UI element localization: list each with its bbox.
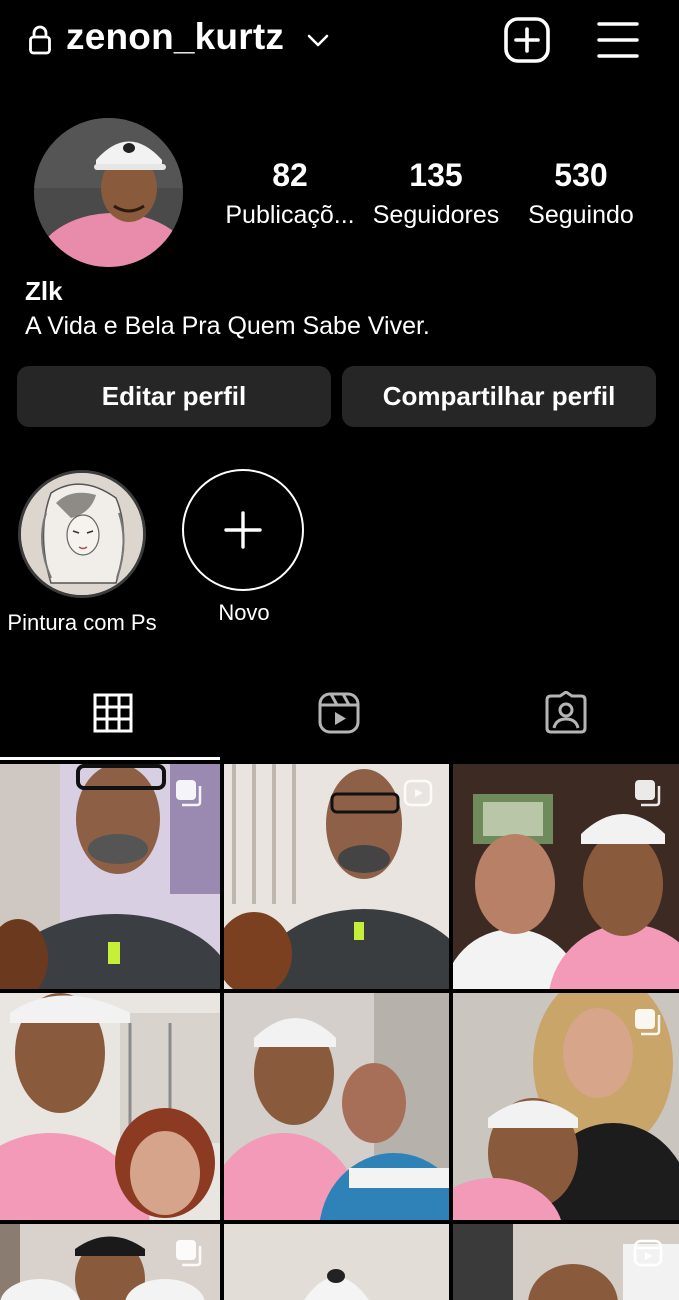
stat-label: Publicaçõ... (225, 201, 355, 229)
stat-posts[interactable]: 82 Publicaçõ... (220, 155, 360, 235)
profile-username[interactable]: zenon_kurtz (66, 16, 284, 58)
post-thumbnail[interactable] (224, 1224, 449, 1300)
carousel-icon (635, 1009, 661, 1036)
chevron-down-icon[interactable] (306, 30, 330, 50)
post-thumbnail[interactable] (0, 993, 220, 1220)
plus-square-icon[interactable] (504, 17, 550, 63)
carousel-icon (635, 780, 661, 807)
reels-icon (318, 692, 360, 734)
profile-tabs (0, 665, 679, 761)
tab-reels[interactable] (226, 665, 452, 761)
active-tab-indicator (0, 757, 220, 760)
posts-grid (0, 764, 679, 1300)
stat-label: Seguidores (372, 201, 500, 229)
highlight-new-button[interactable] (182, 469, 304, 591)
plus-icon (224, 511, 262, 549)
profile-name: Zlk (25, 276, 63, 306)
carousel-icon (176, 1240, 202, 1267)
share-profile-button[interactable]: Compartilhar perfil (342, 366, 656, 427)
stat-following[interactable]: 530 Seguindo (520, 155, 642, 235)
highlight-label: Novo (218, 600, 270, 625)
grid-icon (93, 693, 133, 733)
post-thumbnail[interactable] (0, 764, 220, 989)
stat-value: 530 (554, 157, 608, 193)
edit-profile-button[interactable]: Editar perfil (17, 366, 331, 427)
reels-icon (633, 1239, 663, 1267)
lock-icon (29, 25, 51, 55)
tab-grid[interactable] (0, 665, 226, 761)
hamburger-menu-icon[interactable] (597, 20, 639, 60)
highlight-label: Pintura com Ps (7, 610, 157, 635)
highlight-pintura[interactable] (18, 470, 146, 598)
post-thumbnail[interactable] (453, 993, 679, 1220)
tab-tagged[interactable] (453, 665, 679, 761)
carousel-icon (176, 780, 202, 807)
stat-value: 82 (272, 157, 308, 193)
stat-label: Seguindo (528, 201, 634, 229)
stat-followers[interactable]: 135 Seguidores (366, 155, 506, 235)
profile-avatar[interactable] (34, 118, 183, 267)
post-thumbnail[interactable] (453, 1224, 679, 1300)
post-thumbnail[interactable] (224, 993, 449, 1220)
post-thumbnail[interactable] (224, 764, 449, 989)
stat-value: 135 (409, 157, 463, 193)
top-bar: zenon_kurtz (0, 0, 679, 84)
post-thumbnail[interactable] (453, 764, 679, 989)
post-thumbnail[interactable] (0, 1224, 220, 1300)
reels-icon (403, 779, 433, 807)
tagged-icon (545, 691, 587, 734)
profile-bio: A Vida e Bela Pra Quem Sabe Viver. (25, 312, 430, 340)
